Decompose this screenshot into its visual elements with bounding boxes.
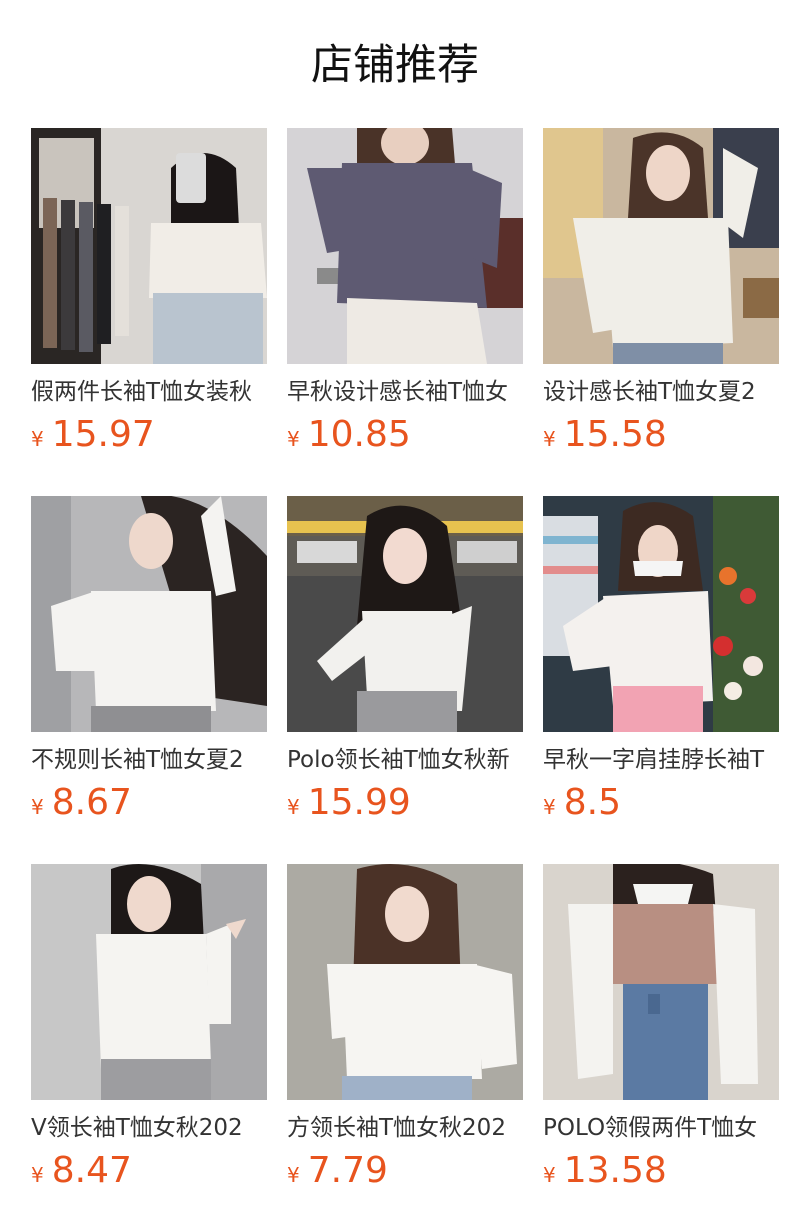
product-image[interactable] [287,864,523,1100]
currency-symbol: ¥ [543,1163,556,1187]
currency-symbol: ¥ [543,427,556,451]
price-value: 7.79 [307,1150,388,1191]
product-price: ¥15.97 [31,412,155,458]
product-name[interactable]: 不规则长袖T恤女夏2 [31,744,267,776]
product-price: ¥15.58 [543,412,667,458]
product-card[interactable]: 设计感长袖T恤女夏2 ¥15.58 [543,128,779,468]
price-value: 8.67 [51,782,132,823]
product-price: ¥8.67 [31,780,132,826]
product-name[interactable]: 设计感长袖T恤女夏2 [543,376,779,408]
product-image[interactable] [31,864,267,1100]
product-image[interactable] [543,128,779,364]
product-image[interactable] [287,128,523,364]
product-price: ¥15.99 [287,780,411,826]
currency-symbol: ¥ [287,427,300,451]
product-image[interactable] [31,128,267,364]
product-name[interactable]: Polo领长袖T恤女秋新 [287,744,523,776]
currency-symbol: ¥ [31,427,44,451]
price-value: 15.97 [51,414,155,455]
product-card[interactable]: V领长袖T恤女秋202 ¥8.47 [31,864,267,1204]
product-price: ¥8.5 [543,780,621,826]
currency-symbol: ¥ [31,1163,44,1187]
product-card[interactable]: 方领长袖T恤女秋202 ¥7.79 [287,864,523,1204]
product-price: ¥10.85 [287,412,411,458]
product-card[interactable]: 不规则长袖T恤女夏2 ¥8.67 [31,496,267,836]
product-name[interactable]: 假两件长袖T恤女装秋 [31,376,267,408]
product-name[interactable]: V领长袖T恤女秋202 [31,1112,267,1144]
recommend-header: 店铺推荐 [0,0,790,128]
product-name[interactable]: 早秋设计感长袖T恤女 [287,376,523,408]
price-value: 10.85 [307,414,411,455]
product-price: ¥7.79 [287,1148,388,1194]
product-name[interactable]: 早秋一字肩挂脖长袖T [543,744,779,776]
product-card[interactable]: Polo领长袖T恤女秋新 ¥15.99 [287,496,523,836]
currency-symbol: ¥ [543,795,556,819]
currency-symbol: ¥ [31,795,44,819]
product-price: ¥13.58 [543,1148,667,1194]
price-value: 8.5 [563,782,621,823]
product-image[interactable] [543,864,779,1100]
price-value: 8.47 [51,1150,132,1191]
price-value: 13.58 [563,1150,667,1191]
product-image[interactable] [31,496,267,732]
product-card[interactable]: POLO领假两件T恤女 ¥13.58 [543,864,779,1204]
currency-symbol: ¥ [287,795,300,819]
product-price: ¥8.47 [31,1148,132,1194]
section-title: 店铺推荐 [310,40,479,89]
product-name[interactable]: POLO领假两件T恤女 [543,1112,779,1144]
price-value: 15.99 [307,782,411,823]
product-card[interactable]: 早秋设计感长袖T恤女 ¥10.85 [287,128,523,468]
currency-symbol: ¥ [287,1163,300,1187]
product-image[interactable] [543,496,779,732]
product-image[interactable] [287,496,523,732]
product-card[interactable]: 假两件长袖T恤女装秋 ¥15.97 [31,128,267,468]
product-name[interactable]: 方领长袖T恤女秋202 [287,1112,523,1144]
price-value: 15.58 [563,414,667,455]
product-card[interactable]: 早秋一字肩挂脖长袖T ¥8.5 [543,496,779,836]
